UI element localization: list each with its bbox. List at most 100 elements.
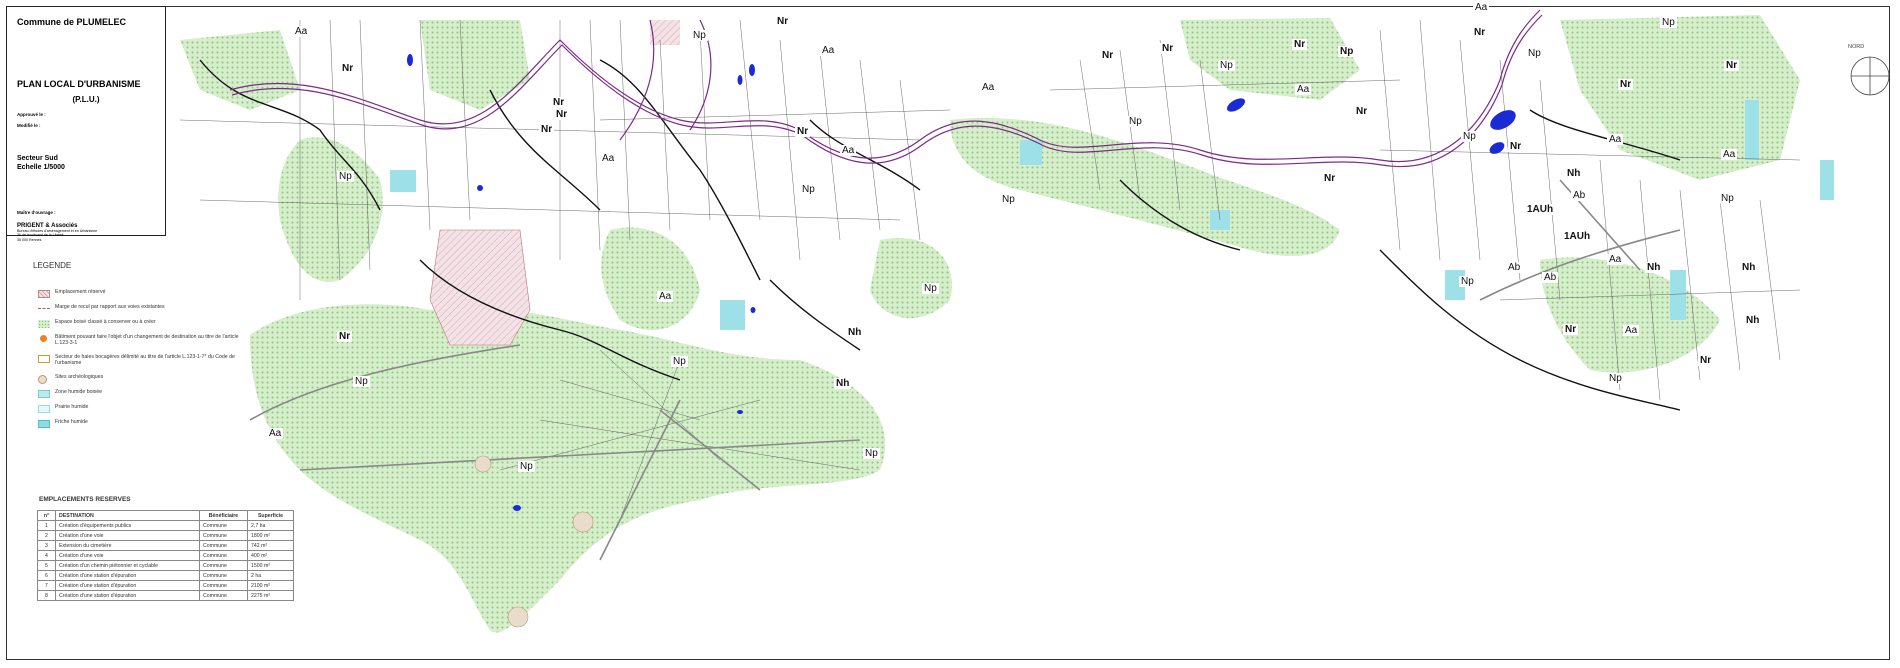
table-row: 2 Création d'une voie Commune 1800 m²	[37, 530, 294, 541]
legend-item: Secteur de haies bocagères délimité au t…	[38, 353, 238, 371]
zone-label: Nr	[1618, 79, 1634, 90]
zone-label: Np	[671, 356, 688, 367]
zone-label: Nr	[1100, 50, 1116, 61]
zone-label: Nr	[340, 63, 356, 74]
zone-label: 1AUh	[1562, 231, 1593, 242]
zone-label: Np	[922, 283, 939, 294]
table-cell: 2275 m²	[247, 590, 294, 601]
firm-line-3: 35 000 Rennes	[17, 237, 42, 242]
plan-short: (P.L.U.)	[72, 95, 100, 104]
table-cell: Commune	[199, 590, 248, 601]
modified-label: Modifié le :	[17, 123, 41, 128]
zone-label: Ab	[1571, 190, 1588, 201]
wet-meadow-swatch	[38, 405, 50, 413]
reserved-swatch	[38, 290, 50, 298]
plan-title: PLAN LOCAL D'URBANISME	[17, 79, 141, 89]
zone-label: Np	[800, 184, 817, 195]
zone-label: Np	[1218, 60, 1235, 71]
zone-label: Nh	[846, 327, 864, 338]
table-cell: Commune	[199, 520, 248, 531]
zone-label: Nr	[551, 97, 567, 108]
legend-item: Sites archéologiques	[38, 373, 238, 386]
margin-swatch	[38, 308, 50, 312]
zone-label: Nh	[834, 378, 852, 389]
table-cell: Commune	[199, 580, 248, 591]
table-cell: 1	[37, 520, 56, 531]
table-cell: Création d'une voie	[55, 550, 200, 561]
table-cell: 1800 m²	[247, 530, 294, 541]
reserved-sites-table: n° DESTINATION Bénéficiaire Superficie 1…	[37, 510, 294, 601]
table-cell: 742 m²	[247, 540, 294, 551]
table-cell: Création d'une station d'épuration	[55, 590, 200, 601]
table-cell: 2100 m²	[247, 580, 294, 591]
zone-label: Nr	[1698, 355, 1714, 366]
zone-label: Aa	[1623, 325, 1640, 336]
table-cell: 6	[37, 570, 56, 581]
legend-label: Secteur de haies bocagères délimité au t…	[55, 354, 235, 366]
zone-label: Np	[1338, 46, 1356, 57]
table-row: 3 Extension du cimetière Commune 742 m²	[37, 540, 294, 551]
table-row: 4 Création d'une voie Commune 400 m²	[37, 550, 294, 561]
zone-label: Aa	[1473, 2, 1490, 13]
legend-label: Marge de recul par rapport aux voies exi…	[55, 304, 165, 310]
zone-label: Aa	[657, 291, 674, 302]
table-row: 5 Création d'un chemin piétonnier et cycl…	[37, 560, 294, 571]
zone-label: Np	[691, 30, 708, 41]
zone-label: Np	[1607, 373, 1624, 384]
zone-label: Np	[353, 376, 370, 387]
zone-label: Aa	[820, 45, 837, 56]
sector-name: Secteur Sud	[17, 155, 58, 162]
table-cell: 2	[37, 530, 56, 541]
wet-fallow-swatch	[38, 420, 50, 428]
table-cell: Création d'un chemin piétonnier et cycla…	[55, 560, 200, 571]
table-header-row: n° DESTINATION Bénéficiaire Superficie	[37, 510, 294, 521]
maitre-label: Maître d'ouvrage :	[17, 210, 56, 215]
legend-label: Prairie humide	[55, 404, 89, 410]
zone-label: Np	[1127, 116, 1144, 127]
col-header: Superficie	[247, 510, 294, 521]
zone-label: Nr	[1563, 324, 1579, 335]
approved-label: Approuvé le :	[17, 112, 46, 117]
zone-label: 1AUh	[1525, 204, 1556, 215]
zone-label: Nr	[554, 109, 570, 120]
table-cell: Commune	[199, 550, 248, 561]
zone-label: Nr	[795, 126, 811, 137]
zone-label: Ab	[1506, 262, 1523, 273]
legend-label: Friche humide	[55, 419, 88, 425]
sector-label: Secteur Sud Echelle 1/5000	[17, 154, 155, 172]
legend-label: Espace boisé classé à conserver ou à cré…	[55, 319, 156, 325]
table-cell: Création d'une station d'épuration	[55, 570, 200, 581]
table-cell: 5	[37, 560, 56, 571]
table-cell: Commune	[199, 560, 248, 571]
table-body: 1 Création d'équipements publics Commune 2,…	[37, 520, 294, 601]
scale-label: Echelle 1/5000	[17, 164, 65, 171]
zone-label: Np	[863, 448, 880, 459]
table-cell: 4	[37, 550, 56, 561]
table-cell: 2 ha	[247, 570, 294, 581]
table-cell: 1500 m²	[247, 560, 294, 571]
table-row: 1 Création d'équipements publics Commune 2,…	[37, 520, 294, 531]
zone-label: Aa	[600, 153, 617, 164]
zone-label: Nh	[1744, 315, 1762, 326]
legend-item: Friche humide	[38, 418, 238, 431]
zone-label: Np	[1000, 194, 1017, 205]
table-cell: 3	[37, 540, 56, 551]
reserved-sites-title: EMPLACEMENTS RESERVES	[39, 496, 131, 503]
legend-item: Prairie humide	[38, 403, 238, 416]
legend-item: Espace boisé classé à conserver ou à cré…	[38, 318, 238, 331]
table-cell: Commune	[199, 540, 248, 551]
hedge-swatch	[38, 355, 50, 363]
zone-label: Np	[337, 171, 354, 182]
table-cell: Création d'une station d'épuration	[55, 580, 200, 591]
table-row: 8 Création d'une station d'épuration Commu…	[37, 590, 294, 601]
table-cell: 7	[37, 580, 56, 591]
zone-label: Nr	[1508, 141, 1524, 152]
wood-swatch	[38, 320, 50, 328]
wet-wooded-swatch	[38, 390, 50, 398]
legend-label: Emplacement réservé	[55, 289, 106, 295]
table-cell: Création d'une voie	[55, 530, 200, 541]
zone-label: Aa	[840, 145, 857, 156]
north-label: NORD	[1848, 44, 1865, 50]
table-cell: Création d'équipements publics	[55, 520, 200, 531]
zone-label: Nh	[1565, 168, 1583, 179]
